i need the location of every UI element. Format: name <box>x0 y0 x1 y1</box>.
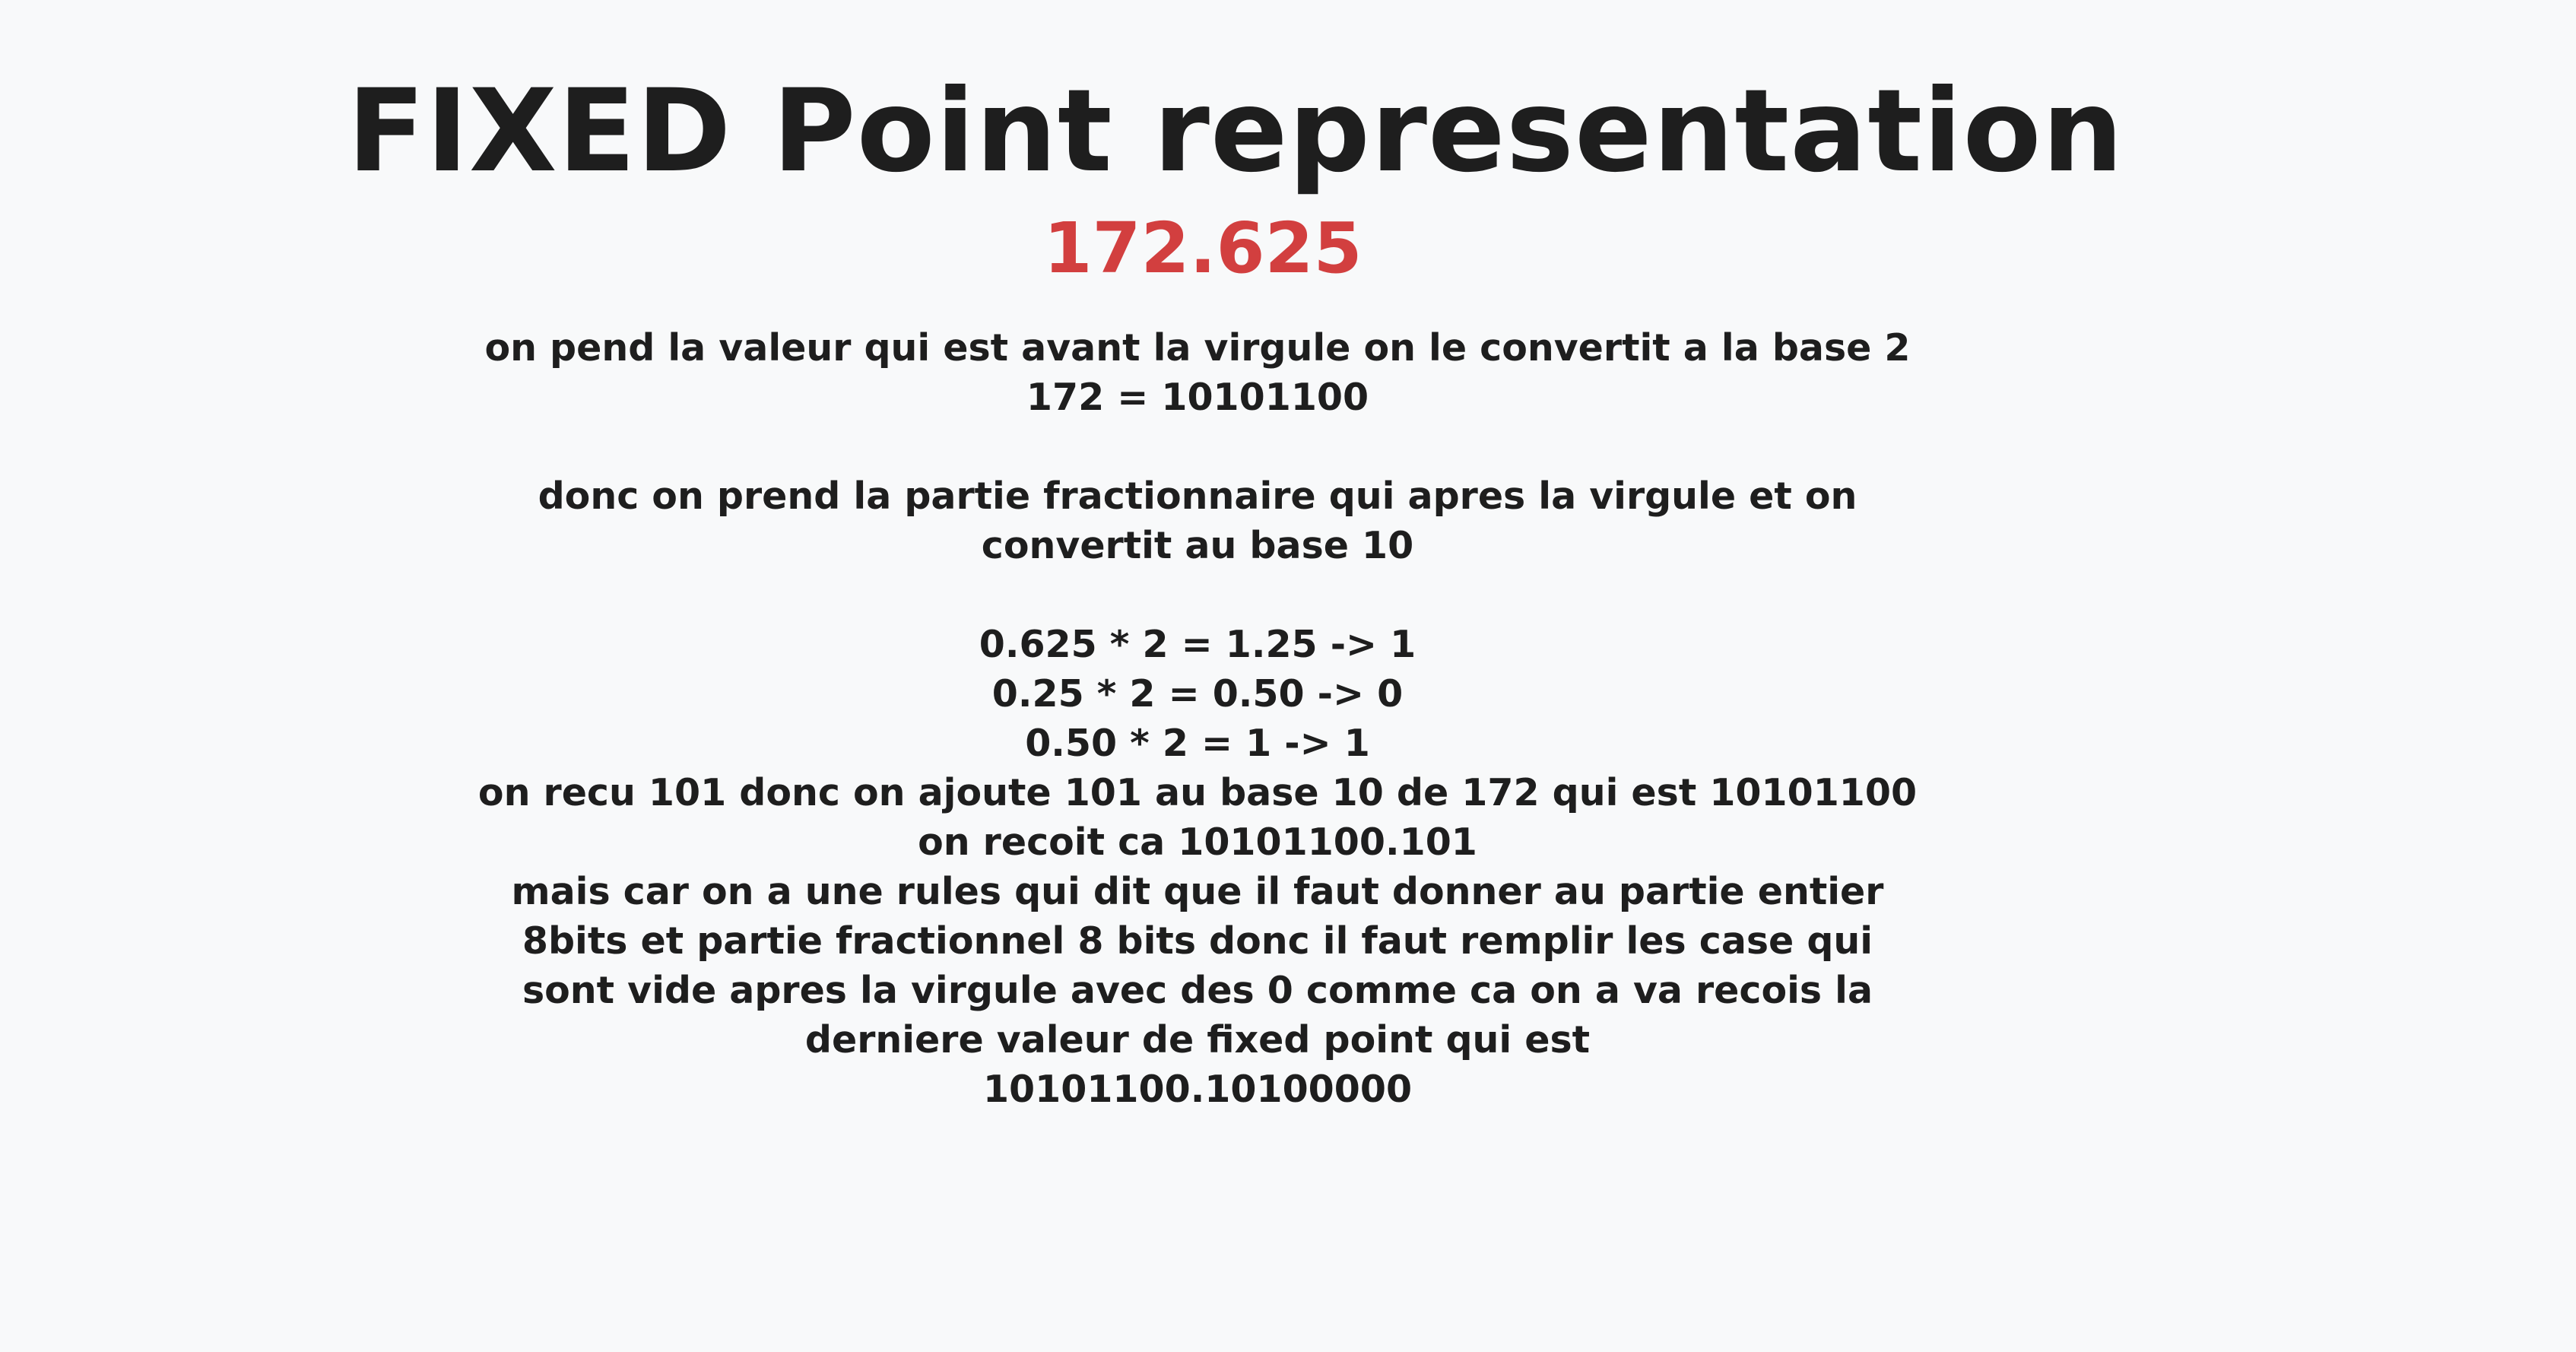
text-line: derniere valeur de fixed point qui est <box>804 1018 1591 1062</box>
text-line: on recoit ca 10101100.101 <box>918 820 1477 864</box>
text-line: 8bits et partie fractionnel 8 bits donc … <box>522 919 1873 963</box>
example-number: 172.625 <box>1043 208 1363 289</box>
text-line: on recu 101 donc on ajoute 101 au base 1… <box>477 771 1918 814</box>
text-line: on pend la valeur qui est avant la virgu… <box>484 326 1911 370</box>
text-line: 0.25 * 2 = 0.50 -> 0 <box>991 672 1404 716</box>
text-line: mais car on a une rules qui dit que il f… <box>511 870 1884 913</box>
text-line: 0.625 * 2 = 1.25 -> 1 <box>979 623 1416 666</box>
text-line: 0.50 * 2 = 1 -> 1 <box>1025 722 1370 765</box>
whiteboard-canvas: FIXED Point representation 172.625 on pe… <box>0 0 2576 1352</box>
text-line: donc on prend la partie fractionnaire qu… <box>538 474 1857 518</box>
text-line: 10101100.10100000 <box>982 1068 1413 1111</box>
explanation-text: on pend la valeur qui est avant la virgu… <box>0 323 2395 1114</box>
page-title: FIXED Point representation <box>347 65 2124 198</box>
text-line: sont vide apres la virgule avec des 0 co… <box>522 969 1873 1012</box>
text-line: convertit au base 10 <box>981 524 1414 567</box>
text-line: 172 = 10101100 <box>1026 376 1369 419</box>
